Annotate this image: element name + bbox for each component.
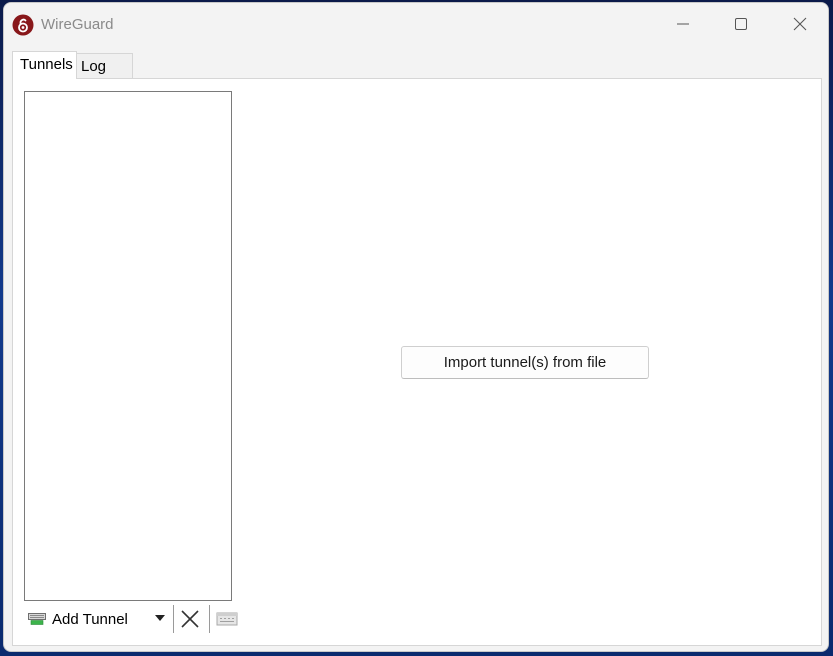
tunnels-panel: Add Tunnel Import tunnel(s) from file (12, 78, 822, 646)
add-tunnel-icon (28, 613, 46, 625)
dropdown-arrow-icon[interactable] (155, 615, 165, 621)
tab-log[interactable]: Log (77, 53, 133, 79)
import-tunnels-label: Import tunnel(s) from file (443, 354, 607, 371)
tab-log-label: Log (81, 58, 107, 75)
tab-tunnels-label: Tunnels (20, 56, 73, 73)
wireguard-logo-icon (12, 14, 34, 36)
toolbar-separator (209, 605, 210, 633)
maximize-button[interactable] (712, 3, 770, 45)
tunnel-list[interactable] (24, 91, 232, 601)
export-zip-icon[interactable] (216, 610, 238, 628)
close-button[interactable] (771, 3, 828, 45)
tab-tunnels[interactable]: Tunnels (12, 51, 77, 79)
add-tunnel-button[interactable]: Add Tunnel (28, 603, 150, 635)
add-tunnel-label: Add Tunnel (52, 610, 128, 628)
title-bar[interactable]: WireGuard (4, 3, 828, 45)
wireguard-window: WireGuard Tunnels Log Add Tunnel Import … (3, 2, 829, 652)
minimize-icon (677, 23, 689, 25)
delete-x-icon[interactable] (179, 608, 201, 630)
minimize-button[interactable] (654, 3, 712, 45)
maximize-icon (735, 18, 747, 30)
close-icon (793, 17, 807, 31)
toolbar-separator (173, 605, 174, 633)
window-title: WireGuard (41, 16, 114, 33)
tunnel-list-toolbar: Add Tunnel (24, 603, 238, 635)
import-tunnels-button[interactable]: Import tunnel(s) from file (401, 346, 649, 379)
